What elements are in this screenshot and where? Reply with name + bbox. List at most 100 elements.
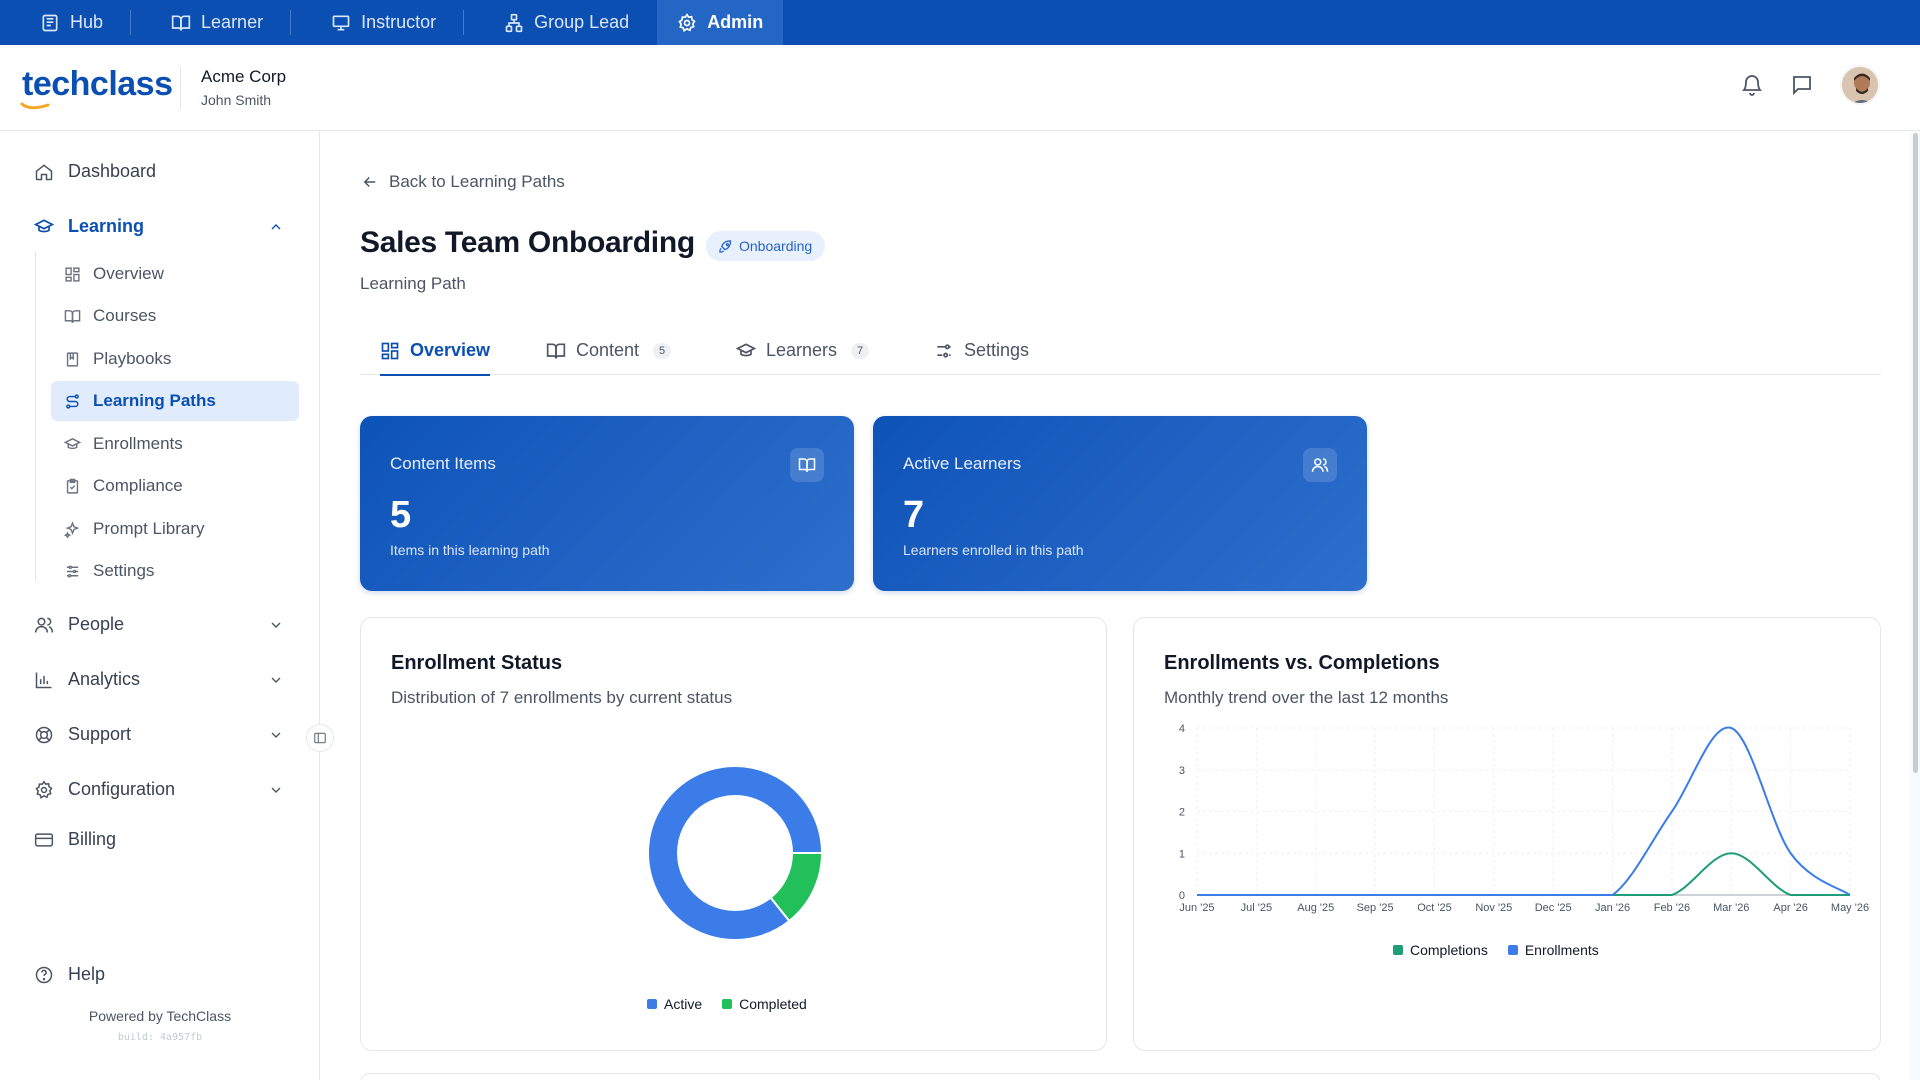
role-tab-admin[interactable]: Admin bbox=[657, 0, 784, 45]
role-tab-hub[interactable]: Hub bbox=[0, 0, 132, 45]
sidebar-item-label: Learning bbox=[68, 216, 145, 236]
org-switcher[interactable]: Acme Corp John Smith bbox=[201, 67, 286, 108]
legend-item[interactable]: Enrollments bbox=[1507, 942, 1599, 958]
stat-card-content-items: Content Items 5 Items in this learning p… bbox=[360, 416, 854, 591]
sidebar-item-dashboard[interactable]: Dashboard bbox=[34, 161, 284, 182]
role-tab-label: Admin bbox=[707, 12, 764, 32]
sidebar-subitem-playbooks[interactable]: Playbooks bbox=[51, 339, 299, 379]
page-title: Sales Team Onboarding bbox=[360, 226, 695, 259]
tab-overview[interactable]: Overview bbox=[380, 326, 491, 376]
book-open-icon bbox=[546, 343, 566, 359]
series-line-completions[interactable] bbox=[1197, 852, 1850, 896]
y-tick-label: 3 bbox=[1179, 765, 1185, 777]
legend-label: Enrollments bbox=[1524, 942, 1599, 958]
role-tab-instructor[interactable]: Instructor bbox=[291, 0, 465, 45]
stat-icon-box bbox=[1303, 448, 1337, 482]
next-card-edge bbox=[360, 1073, 1881, 1080]
sidebar-item-analytics[interactable]: Analytics bbox=[34, 669, 284, 690]
settings-toggle-icon bbox=[937, 343, 951, 358]
gear-icon bbox=[35, 779, 53, 799]
avatar[interactable] bbox=[1840, 65, 1880, 105]
stat-card-active-learners: Active Learners 7 Learners enrolled in t… bbox=[873, 416, 1367, 591]
scrollbar-thumb[interactable] bbox=[1913, 133, 1918, 773]
role-switcher-bar: Hub Learner Instructor Group Lead Admin bbox=[0, 0, 1920, 45]
role-tab-label: Group Lead bbox=[534, 12, 630, 32]
stat-description: Learners enrolled in this path bbox=[903, 542, 1084, 558]
sidebar-subitem-courses[interactable]: Courses bbox=[51, 296, 299, 336]
line-legend: Completions Enrollments bbox=[1393, 942, 1599, 958]
legend-swatch bbox=[1507, 945, 1518, 955]
y-tick-label: 2 bbox=[1179, 807, 1185, 819]
sidebar-item-configuration[interactable]: Configuration bbox=[34, 779, 284, 800]
legend-swatch bbox=[722, 999, 733, 1009]
y-tick-label: 1 bbox=[1179, 848, 1185, 860]
y-tick-label: 0 bbox=[1179, 890, 1185, 902]
sidebar-subitem-compliance[interactable]: Compliance bbox=[51, 466, 299, 506]
role-tab-group-lead[interactable]: Group Lead bbox=[464, 0, 657, 45]
org-name: Acme Corp bbox=[201, 67, 287, 86]
tab-settings[interactable]: Settings bbox=[934, 326, 1029, 375]
y-tick-label: 4 bbox=[1179, 723, 1185, 735]
x-tick-label: Nov '25 bbox=[1475, 902, 1512, 914]
page-scrollbar[interactable] bbox=[1910, 131, 1920, 1080]
sidebar-subitem-settings[interactable]: Settings bbox=[51, 551, 299, 591]
header-actions bbox=[1740, 65, 1880, 105]
x-tick-label: Jan '26 bbox=[1595, 902, 1630, 914]
x-tick-label: Aug '25 bbox=[1297, 902, 1334, 914]
submenu-guide-line bbox=[35, 252, 36, 581]
bell-icon[interactable] bbox=[1740, 73, 1764, 97]
book-open-icon bbox=[798, 458, 816, 472]
sidebar-item-support[interactable]: Support bbox=[34, 724, 284, 745]
sidebar-subitem-enrollments[interactable]: Enrollments bbox=[51, 424, 299, 464]
sidebar-collapse-button[interactable] bbox=[306, 724, 334, 752]
header-divider bbox=[180, 66, 181, 110]
back-link[interactable]: Back to Learning Paths bbox=[361, 172, 565, 192]
hub-icon bbox=[42, 14, 58, 31]
sidebar-item-billing[interactable]: Billing bbox=[34, 829, 284, 850]
legend-item[interactable]: Completions bbox=[1393, 942, 1488, 958]
sidebar: Dashboard Learning Overview Courses Play… bbox=[0, 131, 334, 1080]
x-tick-label: Feb '26 bbox=[1654, 902, 1690, 914]
sidebar-subitem-prompt-library[interactable]: Prompt Library bbox=[51, 509, 299, 549]
donut-legend: Active Completed bbox=[647, 996, 807, 1012]
x-tick-label: Apr '26 bbox=[1773, 902, 1808, 914]
tab-content[interactable]: Content 5 bbox=[546, 326, 672, 375]
enrollment-donut-chart bbox=[647, 765, 824, 941]
presentation-icon bbox=[332, 15, 350, 30]
stat-icon-box bbox=[790, 448, 824, 482]
clipboard-check-icon bbox=[66, 478, 79, 494]
sidebar-item-learning[interactable]: Learning bbox=[34, 216, 284, 237]
x-tick-label: Oct '25 bbox=[1417, 902, 1452, 914]
stat-label: Content Items bbox=[390, 454, 496, 473]
tab-count-badge: 5 bbox=[653, 342, 672, 359]
page-subtitle: Learning Path bbox=[360, 274, 466, 293]
chevron-down-icon bbox=[271, 787, 281, 793]
sidebar-subitem-overview[interactable]: Overview bbox=[51, 254, 299, 294]
build-version: build: 4a957fb bbox=[117, 1032, 203, 1043]
lifebuoy-icon bbox=[35, 726, 53, 743]
chevron-down-icon bbox=[271, 622, 281, 628]
route-icon bbox=[66, 393, 79, 409]
legend-item[interactable]: Active bbox=[647, 996, 702, 1012]
tab-bar: Overview Content 5 Learners 7 Settings bbox=[360, 326, 1881, 376]
role-tab-learner[interactable]: Learner bbox=[131, 0, 292, 45]
sidebar-item-help[interactable]: Help bbox=[34, 964, 284, 985]
user-photo-icon bbox=[1842, 67, 1878, 103]
x-tick-label: May '26 bbox=[1831, 902, 1869, 914]
legend-item[interactable]: Completed bbox=[722, 996, 807, 1012]
sparkles-icon bbox=[64, 520, 80, 538]
grid-icon bbox=[381, 342, 399, 359]
category-badge: Onboarding bbox=[706, 231, 826, 261]
gear-icon bbox=[678, 12, 696, 32]
tab-learners[interactable]: Learners 7 bbox=[736, 326, 870, 375]
sidebar-subitem-learning-paths[interactable]: Learning Paths bbox=[51, 381, 299, 421]
legend-swatch bbox=[647, 999, 657, 1009]
techclass-logo[interactable]: techclass bbox=[20, 65, 173, 110]
graduation-cap-icon bbox=[34, 218, 54, 232]
stat-value: 5 bbox=[390, 494, 412, 536]
message-icon[interactable] bbox=[1790, 73, 1814, 97]
sidebar-item-people[interactable]: People bbox=[34, 614, 284, 635]
book-open-icon bbox=[64, 309, 81, 323]
credit-card-icon bbox=[34, 832, 54, 847]
bar-chart-icon bbox=[35, 672, 52, 688]
